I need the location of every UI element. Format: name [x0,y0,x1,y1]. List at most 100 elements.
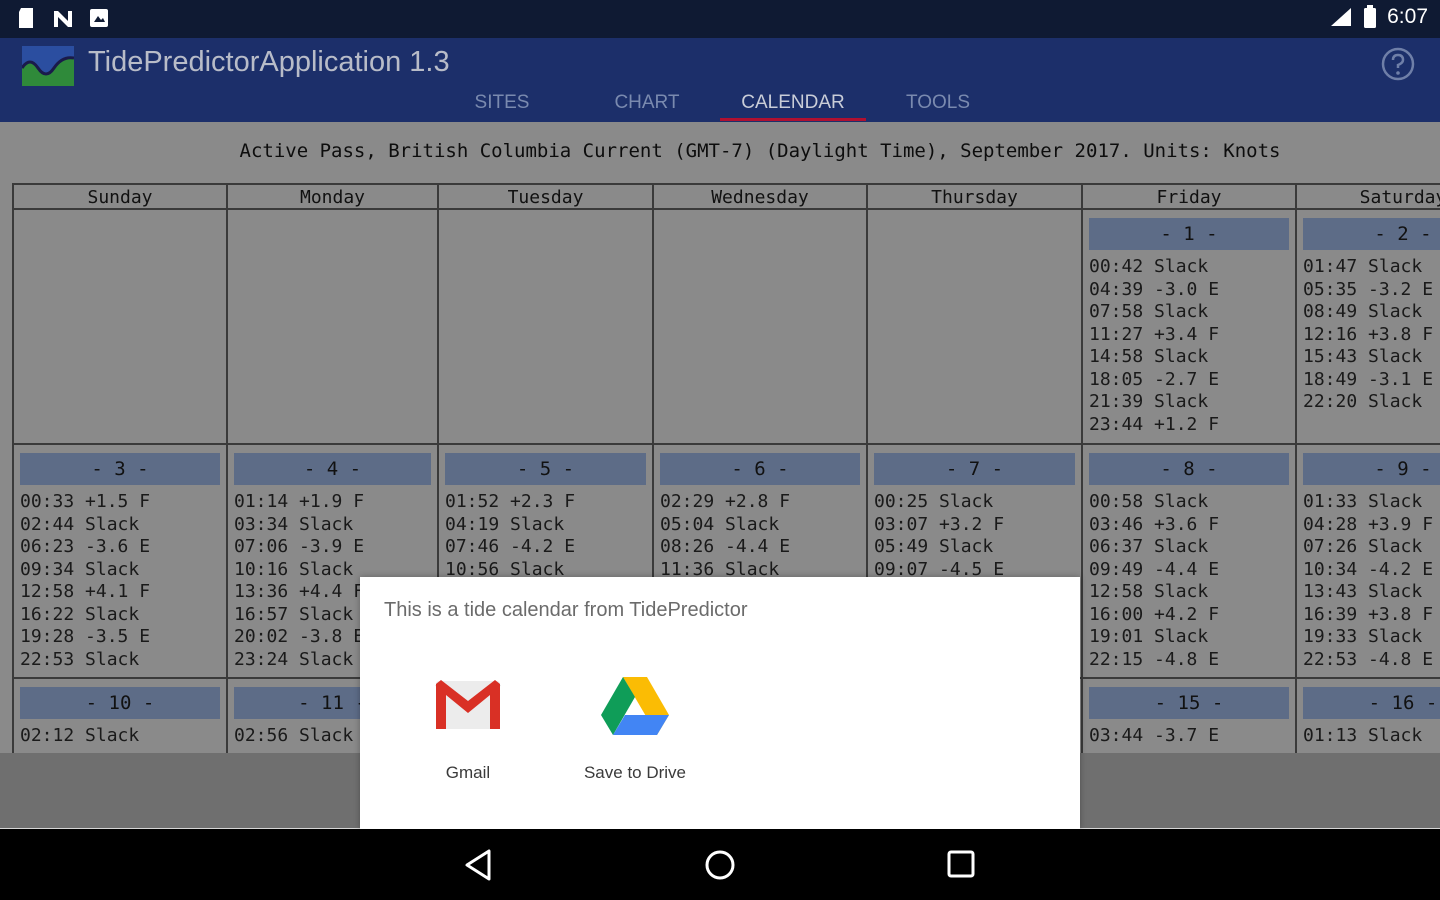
tide-event: 10:34 -4.2 E [1303,558,1434,580]
share-target-gmail[interactable]: Gmail [388,673,548,783]
drive-icon [601,677,669,735]
tide-event: 00:25 Slack [874,491,994,512]
tide-event: 04:39 -3.0 E [1089,278,1220,300]
day-number: - 1 - [1089,218,1289,250]
tide-event: 02:44 Slack [20,513,140,535]
tide-event: 10:16 Slack [234,558,354,580]
tide-event: 11:27 +3.4 F [1089,323,1220,345]
signal-icon [1331,8,1352,26]
day-number: - 6 - [660,453,860,485]
tide-event: 12:58 Slack [1089,581,1209,602]
tide-events: 01:14 +1.9 F 03:34 Slack 07:06 -3.9 E 10:16… [234,491,364,671]
tide-event: 01:13 Slack [1303,725,1423,746]
tide-event: 05:35 -3.2 E [1303,278,1434,300]
empty-day-cell [228,210,439,445]
tide-event: 16:22 Slack [20,603,140,625]
tide-event: 18:49 -3.1 E [1303,368,1434,390]
tide-event: 07:58 Slack [1089,301,1209,322]
tide-event: 00:58 Slack [1089,491,1209,512]
tide-event: 03:46 +3.6 F [1089,513,1220,535]
calendar-day-cell[interactable]: - 2 -01:47 Slack 05:35 -3.2 E 08:49 Slack 1… [1297,210,1440,445]
tide-event: 16:57 Slack [234,603,354,625]
tab-calendar[interactable]: CALENDAR [720,92,866,114]
tab-bar: SITES CHART CALENDAR TOOLS [0,88,1440,122]
empty-day-cell [868,210,1083,445]
back-icon[interactable] [459,847,499,883]
tide-event: 01:14 +1.9 F [234,491,365,512]
tide-event: 19:28 -3.5 E [20,626,151,647]
status-time: 6:07 [1387,5,1428,28]
tide-event: 18:05 -2.7 E [1089,368,1220,390]
tide-event: 07:46 -4.2 E [445,536,576,557]
tide-event: 00:42 Slack [1089,256,1209,277]
tide-event: 07:26 Slack [1303,536,1423,557]
app-bar: TidePredictorApplication 1.3 SITES CHART… [0,38,1440,122]
tide-event: 03:07 +3.2 F [874,513,1005,535]
tide-event: 09:49 -4.4 E [1089,558,1220,580]
home-icon[interactable] [700,847,740,883]
tide-event: 23:44 +1.2 F [1089,413,1220,435]
day-number: - 3 - [20,453,220,485]
sd-card-icon [16,6,38,30]
weekday-header-wednesday: Wednesday [654,185,868,210]
status-bar: 6:07 [0,0,1440,38]
tide-events: 02:29 +2.8 F 05:04 Slack 08:26 -4.4 E 11:36… [660,491,790,581]
tide-event: 12:58 +4.1 F [20,581,151,602]
share-dialog-title: This is a tide calendar from TidePredict… [384,599,748,621]
recents-icon[interactable] [941,847,981,883]
calendar-day-cell[interactable]: - 3 - 00:33 +1.5 F 02:44 Slack 06:23 -3.6 E… [14,445,228,679]
tide-event: 22:53 Slack [20,648,140,670]
tide-events: 00:33 +1.5 F 02:44 Slack 06:23 -3.6 E 09:34… [20,491,150,671]
day-number: - 9 - [1303,453,1440,485]
tide-event: 06:23 -3.6 E [20,536,151,557]
app-title: TidePredictorApplication 1.3 [88,46,450,78]
tide-event: 02:29 +2.8 F [660,491,791,512]
tide-event: 14:58 Slack [1089,346,1209,367]
share-target-label: Save to Drive [583,763,687,782]
weekday-header-saturday: Saturday [1297,185,1440,210]
empty-day-cell [654,210,868,445]
tide-event: 04:28 +3.9 F [1303,513,1434,535]
tide-event: 01:52 +2.3 F [445,491,576,512]
help-icon[interactable] [1380,46,1416,82]
tide-event: 01:33 Slack [1303,491,1423,512]
tide-event: 22:15 -4.8 E [1089,648,1220,670]
share-target-label: Gmail [445,763,491,782]
calendar-day-cell[interactable]: - 9 -01:33 Slack 04:28 +3.9 F 07:26 Slack 1… [1297,445,1440,679]
share-dialog: This is a tide calendar from TidePredict… [360,577,1080,829]
tide-event: 03:44 -3.7 E [1089,725,1220,746]
empty-day-cell [439,210,654,445]
tab-tools[interactable]: TOOLS [876,92,1000,114]
day-number: - 10 - [20,687,220,719]
tide-event: 13:43 Slack [1303,581,1423,602]
tide-event: 01:47 Slack [1303,256,1423,277]
tide-event: 20:02 -3.8 E [234,626,365,647]
empty-day-cell [14,210,228,445]
tide-event: 16:39 +3.8 F [1303,603,1434,625]
gallery-icon [88,6,110,30]
day-number: - 2 - [1303,218,1440,250]
gmail-icon [435,680,501,729]
weekday-header-monday: Monday [228,185,439,210]
calendar-day-cell[interactable]: - 1 -00:42 Slack 04:39 -3.0 E 07:58 Slack 1… [1083,210,1297,445]
tide-event: 21:39 Slack [1089,391,1209,412]
tide-events: 00:42 Slack 04:39 -3.0 E 07:58 Slack 11:27 … [1089,256,1219,436]
day-number: - 4 - [234,453,431,485]
battery-icon [1364,5,1377,28]
calendar-header: Active Pass, British Columbia Current (G… [239,140,1281,162]
calendar-day-cell[interactable]: - 8 - 00:58 Slack 03:46 +3.6 F 06:37 Slack 0… [1083,445,1297,679]
day-number: - 5 - [445,453,646,485]
tab-chart[interactable]: CHART [585,92,709,114]
tide-events: 00:25 Slack 03:07 +3.2 F 05:49 Slack 09:07 … [874,491,1004,581]
tide-event: 00:33 +1.5 F [20,491,151,512]
share-target-drive[interactable]: Save to Drive [555,673,715,783]
tide-event: 16:00 +4.2 F [1089,603,1220,625]
tab-sites[interactable]: SITES [440,92,564,114]
tide-event: 23:24 Slack [234,648,354,670]
tide-events: 01:33 Slack 04:28 +3.9 F 07:26 Slack 10:34 … [1303,491,1433,671]
tide-event: 03:34 Slack [234,513,354,535]
navigation-bar [0,829,1440,900]
tide-event: 12:16 +3.8 F [1303,323,1434,345]
tide-events: 02:12 Slack [20,725,139,748]
tide-events: 00:58 Slack 03:46 +3.6 F 06:37 Slack 09:49 … [1089,491,1219,671]
